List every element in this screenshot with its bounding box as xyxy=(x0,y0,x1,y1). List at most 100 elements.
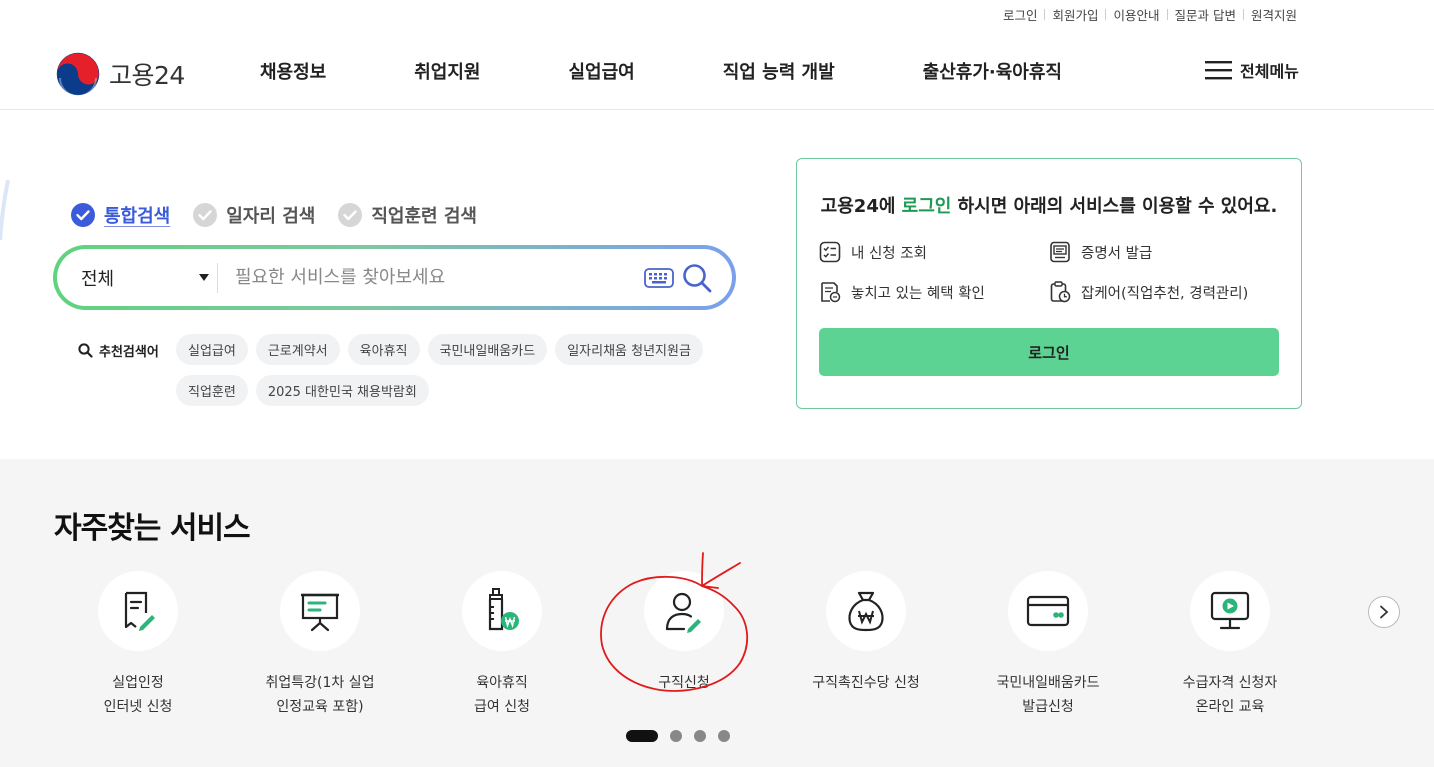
document-pen-icon xyxy=(124,591,155,631)
taegeuk-logo-icon xyxy=(56,52,100,96)
nav-jobs[interactable]: 채용정보 xyxy=(260,58,326,84)
pagination-dot[interactable] xyxy=(694,730,706,742)
search-input[interactable] xyxy=(218,267,644,288)
search-icon xyxy=(78,343,93,358)
nav-maternity-parental-leave[interactable]: 출산휴가·육아휴직 xyxy=(923,58,1062,84)
service-learning-card[interactable]: 국민내일배움카드 발급신청 xyxy=(963,571,1133,719)
utility-bar: 로그인 회원가입 이용안내 질문과 답변 원격지원 xyxy=(996,5,1304,24)
service-job-application[interactable]: 구직신청 xyxy=(599,571,769,695)
section-title: 자주찾는 서비스 xyxy=(54,511,251,546)
service-icon-circle xyxy=(98,571,178,651)
service-parental-leave-benefit[interactable]: 육아휴직 급여 신청 xyxy=(417,571,587,719)
tab-training-search[interactable]: 직업훈련 검색 xyxy=(337,202,477,228)
keyboard-icon xyxy=(644,267,674,288)
keyword-chip[interactable]: 실업급여 xyxy=(176,334,248,365)
chevron-right-icon xyxy=(1380,605,1389,619)
card-icon xyxy=(1026,595,1070,627)
tab-integrated-search[interactable]: 통합검색 xyxy=(70,202,170,228)
login-service-my-applications: 내 신청 조회 xyxy=(819,241,927,263)
service-label: 구직촉진수당 신청 xyxy=(812,675,920,691)
service-icon-circle xyxy=(1190,571,1270,651)
login-button[interactable]: 로그인 xyxy=(819,328,1279,376)
clipboard-clock-icon xyxy=(1050,281,1071,303)
main-nav: 채용정보 취업지원 실업급여 직업 능력 개발 출산휴가·육아휴직 xyxy=(260,58,1150,84)
carousel-next-button[interactable] xyxy=(1368,596,1400,628)
login-service-label: 놓치고 있는 혜택 확인 xyxy=(851,285,985,302)
search-tabs: 통합검색 일자리 검색 직업훈련 검색 xyxy=(70,202,499,228)
all-menu-label: 전체메뉴 xyxy=(1240,62,1299,81)
login-message-suffix: 하시면 아래의 서비스를 이용할 수 있어요. xyxy=(951,196,1278,217)
header: 고용24 채용정보 취업지원 실업급여 직업 능력 개발 출산휴가·육아휴직 전… xyxy=(0,32,1434,110)
search-bar-inner: 전체 xyxy=(57,249,732,306)
service-unemployment-recognition[interactable]: 실업인정 인터넷 신청 xyxy=(53,571,223,719)
login-card: 고용24에 로그인 하시면 아래의 서비스를 이용할 수 있어요. 내 신청 조… xyxy=(796,158,1302,409)
site-logo[interactable]: 고용24 xyxy=(56,52,185,96)
recommended-title-label: 추천검색어 xyxy=(99,345,159,360)
nav-unemployment-benefit[interactable]: 실업급여 xyxy=(569,58,635,84)
keyword-chip[interactable]: 직업훈련 xyxy=(176,375,248,406)
tab-label: 일자리 검색 xyxy=(226,206,316,227)
login-message-prefix: 고용24에 xyxy=(820,196,902,217)
service-icon-circle xyxy=(462,571,542,651)
checklist-icon xyxy=(819,241,841,263)
check-circle-icon xyxy=(193,203,218,227)
keyword-chip[interactable]: 육아휴직 xyxy=(347,334,420,365)
caret-down-icon xyxy=(199,274,209,281)
util-login-link[interactable]: 로그인 xyxy=(996,5,1045,24)
check-circle-icon xyxy=(338,203,363,227)
search-scope-value: 전체 xyxy=(81,268,115,290)
nav-vocational-training[interactable]: 직업 능력 개발 xyxy=(723,58,835,84)
keyword-chip[interactable]: 근로계약서 xyxy=(255,334,340,365)
service-label: 구직신청 xyxy=(658,675,710,691)
login-message-highlight: 로그인 xyxy=(901,196,952,217)
virtual-keyboard-button[interactable] xyxy=(644,267,674,288)
recommended-title: 추천검색어 xyxy=(78,341,159,360)
service-label: 국민내일배움카드 발급신청 xyxy=(996,675,1100,715)
service-icon-circle xyxy=(280,571,360,651)
service-employment-lecture[interactable]: 취업특강(1차 실업 인정교육 포함) xyxy=(235,571,405,719)
search-icon xyxy=(683,263,712,292)
carousel-pagination xyxy=(626,730,730,742)
tab-job-search[interactable]: 일자리 검색 xyxy=(192,202,315,228)
util-guide-link[interactable]: 이용안내 xyxy=(1106,5,1166,24)
pagination-dot[interactable] xyxy=(670,730,682,742)
service-label: 실업인정 인터넷 신청 xyxy=(103,675,173,715)
service-icon-circle xyxy=(826,571,906,651)
nav-employment-support[interactable]: 취업지원 xyxy=(414,58,480,84)
pagination-dot-active[interactable] xyxy=(626,730,658,742)
frequent-services-section: 자주찾는 서비스 실업인정 인터넷 신청 취업특강(1차 실업 인정교육 포함)… xyxy=(0,459,1434,767)
document-coin-icon xyxy=(821,282,841,303)
monitor-play-icon xyxy=(1210,591,1250,630)
pagination-dot[interactable] xyxy=(718,730,730,742)
login-service-label: 증명서 발급 xyxy=(1081,245,1153,262)
keyword-chip[interactable]: 2025 대한민국 채용박람회 xyxy=(255,375,429,406)
service-label: 취업특강(1차 실업 인정교육 포함) xyxy=(265,675,375,715)
keyword-chip[interactable]: 일자리채움 청년지원금 xyxy=(555,334,703,365)
keyword-chip[interactable]: 국민내일배움카드 xyxy=(427,334,548,365)
tab-label: 직업훈련 검색 xyxy=(371,206,477,227)
login-service-certificate: 증명서 발급 xyxy=(1049,241,1152,263)
hamburger-icon xyxy=(1205,61,1232,80)
search-scope-select[interactable]: 전체 xyxy=(57,265,217,291)
page: 로그인 회원가입 이용안내 질문과 답변 원격지원 고용24 채용정보 취업지원… xyxy=(0,0,1434,767)
decorative-curve xyxy=(0,180,10,240)
person-pen-icon xyxy=(665,592,701,633)
check-circle-icon xyxy=(71,203,95,227)
util-signup-link[interactable]: 회원가입 xyxy=(1045,5,1105,24)
service-online-education[interactable]: 수급자격 신청자 온라인 교육 xyxy=(1145,571,1315,719)
util-remote-link[interactable]: 원격지원 xyxy=(1244,5,1304,24)
keyword-chip-list: 실업급여 근로계약서 육아휴직 국민내일배움카드 일자리채움 청년지원금 직업훈… xyxy=(176,334,736,406)
service-icon-circle xyxy=(1008,571,1088,651)
util-qna-link[interactable]: 질문과 답변 xyxy=(1168,5,1243,24)
service-job-promotion-allowance[interactable]: 구직촉진수당 신청 xyxy=(781,571,951,695)
all-menu-button[interactable]: 전체메뉴 xyxy=(1205,58,1299,82)
service-label: 육아휴직 급여 신청 xyxy=(474,675,530,715)
login-service-jobcare: 잡케어(직업추천, 경력관리) xyxy=(1049,281,1248,303)
presentation-board-icon xyxy=(301,593,339,632)
search-bar: 전체 xyxy=(53,245,736,310)
search-submit-button[interactable] xyxy=(682,263,712,293)
login-service-missed-benefits: 놓치고 있는 혜택 확인 xyxy=(819,281,985,303)
tab-label: 통합검색 xyxy=(104,206,171,227)
baby-bottle-won-icon xyxy=(488,588,519,631)
login-service-label: 잡케어(직업추천, 경력관리) xyxy=(1081,285,1249,302)
